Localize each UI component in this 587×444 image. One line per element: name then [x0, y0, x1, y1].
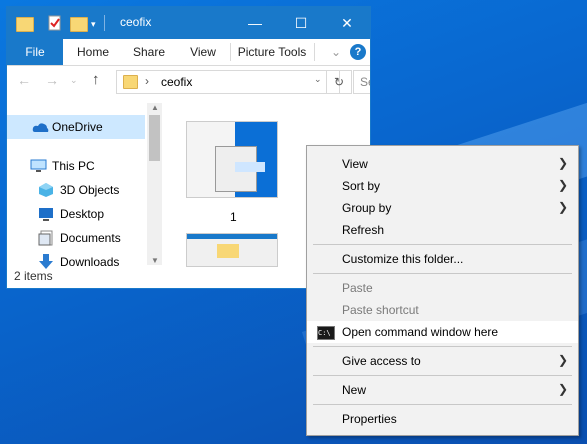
menu-item-sort-by[interactable]: Sort by ❯ [307, 175, 578, 197]
menu-item-give-access[interactable]: Give access to ❯ [307, 350, 578, 372]
menu-item-label: Paste [342, 281, 373, 295]
title-bar[interactable]: ▾ ceofix — ☐ ✕ [7, 7, 370, 39]
tab-view[interactable]: View [177, 39, 229, 65]
folder-icon [16, 17, 34, 32]
menu-item-label: Properties [342, 412, 397, 426]
chevron-right-icon: ❯ [557, 200, 568, 214]
minimize-button[interactable]: — [232, 7, 278, 39]
file-thumbnail[interactable] [186, 121, 278, 198]
documents-icon [38, 230, 53, 246]
search-input[interactable]: Se [353, 70, 370, 94]
address-bar-row: ← → ⌄ ↑ › ceofix ⌄ ↻ Se [7, 66, 370, 96]
menu-item-label: Open command window here [342, 325, 499, 339]
menu-separator [313, 346, 572, 347]
nav-item-onedrive[interactable]: OneDrive [7, 115, 145, 139]
chevron-right-icon: ❯ [557, 156, 568, 170]
scrollbar-thumb[interactable] [149, 115, 160, 161]
window-title: ceofix [120, 15, 152, 29]
refresh-icon[interactable]: ↻ [326, 70, 352, 94]
menu-item-label: Group by [342, 201, 392, 215]
thumbnail-titlebar-preview [187, 234, 277, 239]
menu-item-label: Refresh [342, 223, 385, 237]
thumbnail-folder-preview [217, 244, 239, 258]
menu-separator [313, 244, 572, 245]
menu-item-label: Sort by [342, 179, 381, 193]
menu-item-label: New [342, 383, 367, 397]
cube-icon [39, 183, 53, 197]
menu-item-paste-shortcut[interactable]: Paste shortcut [307, 299, 578, 321]
address-dropdown-chevron-icon[interactable]: ⌄ [314, 74, 322, 85]
tab-home[interactable]: Home [65, 39, 121, 65]
menu-item-group-by[interactable]: Group by ❯ [307, 197, 578, 219]
nav-item-3d-objects[interactable]: 3D Objects [7, 178, 147, 202]
scroll-up-icon[interactable]: ▲ [151, 103, 159, 112]
expand-ribbon-chevron-icon[interactable]: ⌄ [328, 39, 344, 65]
breadcrumb-separator-icon: › [145, 74, 149, 88]
menu-separator [313, 375, 572, 376]
context-menu: View ❯ Sort by ❯ Group by ❯ Refresh Customi… [306, 145, 579, 436]
menu-item-view[interactable]: View ❯ [307, 153, 578, 175]
computer-icon [30, 159, 47, 172]
nav-item-this-pc[interactable]: This PC [7, 154, 147, 178]
recent-locations-chevron-icon[interactable]: ⌄ [70, 75, 78, 86]
item-count: 2 items [14, 269, 53, 283]
tab-share[interactable]: Share [121, 39, 177, 65]
chevron-right-icon: ❯ [557, 178, 568, 192]
desktop-icon [39, 208, 53, 221]
menu-item-refresh[interactable]: Refresh [307, 219, 578, 241]
tab-picture-tools[interactable]: Picture Tools [231, 39, 313, 65]
help-icon[interactable]: ? [350, 44, 366, 60]
titlebar-separator [104, 15, 105, 31]
address-field[interactable]: › ceofix ⌄ [116, 70, 340, 94]
command-prompt-icon: C:\ [317, 326, 335, 340]
onedrive-cloud-icon [32, 123, 49, 132]
menu-separator [313, 404, 572, 405]
menu-item-open-command-window[interactable]: C:\ Open command window here [307, 321, 578, 343]
nav-item-documents[interactable]: Documents [7, 226, 147, 250]
navigation-scrollbar[interactable]: ▲ ▼ [147, 103, 162, 265]
folder-icon [123, 75, 138, 89]
maximize-button[interactable]: ☐ [278, 7, 324, 39]
ribbon-separator [314, 43, 315, 61]
breadcrumb-current[interactable]: ceofix [161, 75, 192, 89]
thumbnail-submenu-preview [235, 162, 265, 172]
properties-icon[interactable] [47, 15, 63, 31]
menu-separator [313, 273, 572, 274]
up-arrow-icon[interactable]: ↑ [92, 71, 100, 88]
back-arrow-icon[interactable]: ← [17, 72, 31, 88]
close-button[interactable]: ✕ [324, 7, 370, 39]
tab-file[interactable]: File [7, 39, 63, 65]
menu-item-customize-folder[interactable]: Customize this folder... [307, 248, 578, 270]
menu-item-label: Customize this folder... [342, 252, 464, 266]
scroll-down-icon[interactable]: ▼ [151, 256, 159, 265]
forward-arrow-icon[interactable]: → [45, 72, 59, 88]
navigation-pane: OneDrive This PC 3D Objects Desktop Docu… [7, 103, 147, 269]
new-folder-icon[interactable] [70, 17, 88, 32]
chevron-right-icon: ❯ [557, 353, 568, 367]
menu-item-label: View [342, 157, 368, 171]
menu-item-label: Give access to [342, 354, 421, 368]
nav-item-desktop[interactable]: Desktop [7, 202, 147, 226]
file-thumbnail[interactable] [186, 233, 278, 267]
chevron-right-icon: ❯ [557, 382, 568, 396]
menu-item-properties[interactable]: Properties [307, 408, 578, 430]
file-label[interactable]: 1 [230, 210, 237, 224]
ribbon-tabs: File Home Share View Picture Tools ⌄ ? [7, 39, 370, 66]
menu-item-paste[interactable]: Paste [307, 277, 578, 299]
menu-item-label: Paste shortcut [342, 303, 419, 317]
menu-item-new[interactable]: New ❯ [307, 379, 578, 401]
